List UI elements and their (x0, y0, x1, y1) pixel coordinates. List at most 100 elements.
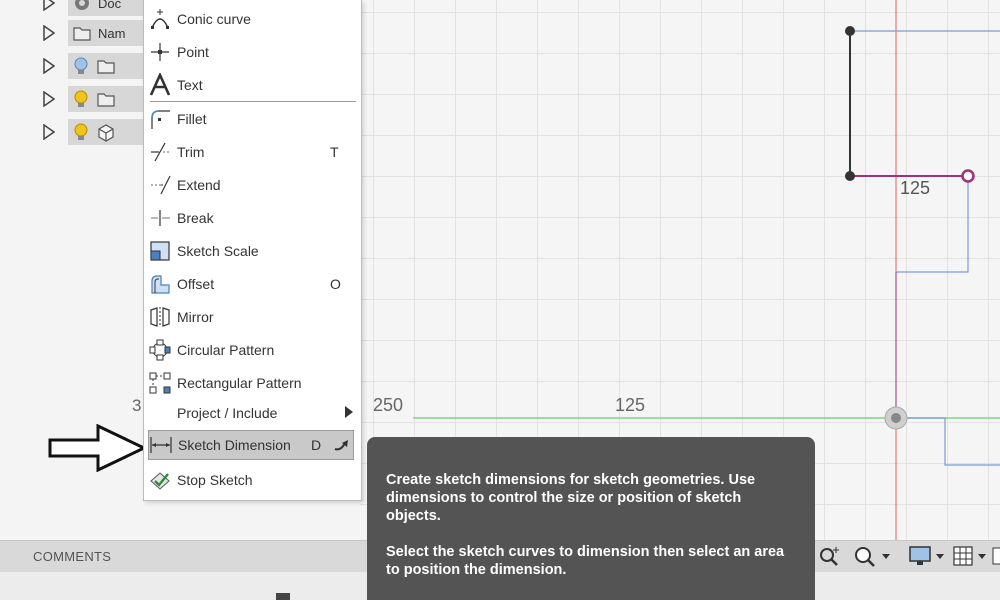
expand-arrow-icon[interactable] (40, 0, 58, 13)
tree-row-document-settings[interactable]: Doc (40, 0, 148, 17)
folder-icon (73, 27, 91, 41)
axis-label-250: 250 (373, 395, 404, 415)
customize-shortcut-icon[interactable] (329, 437, 353, 453)
rectangular-pattern-icon (148, 371, 172, 395)
gear-icon (75, 0, 89, 10)
fillet-icon (148, 107, 172, 131)
menu-item-shortcut: O (330, 276, 341, 292)
grid-settings-button[interactable] (952, 544, 992, 568)
menu-item-label: Offset (177, 276, 215, 292)
zoom-menu-button[interactable] (852, 544, 892, 568)
menu-separator (150, 101, 356, 102)
extend-icon (148, 173, 172, 197)
menu-item-label: Break (177, 210, 214, 226)
menu-item-extend[interactable]: Extend (148, 170, 354, 200)
body-cube-icon (98, 124, 114, 142)
dimension-label-125-top[interactable]: 125 (900, 178, 930, 199)
folder-icon (97, 93, 115, 107)
menu-item-label: Circular Pattern (177, 342, 275, 358)
viewports-icon (992, 547, 1000, 565)
mirror-icon (148, 305, 172, 329)
trim-icon (148, 140, 172, 164)
tree-chip[interactable] (68, 119, 148, 145)
menu-item-text[interactable]: Text (148, 70, 354, 100)
circular-pattern-icon (148, 338, 172, 362)
sketch-point-open (961, 169, 975, 183)
sketch-point-top (845, 26, 855, 36)
lightbulb-on-icon (74, 123, 88, 140)
menu-item-label: Stop Sketch (177, 472, 253, 488)
display-monitor-icon (909, 546, 944, 565)
menu-item-conic-curve[interactable]: Conic curve (148, 4, 354, 34)
menu-item-stop-sketch[interactable]: Stop Sketch (148, 465, 354, 495)
lightbulb-on-icon (74, 90, 88, 107)
menu-item-label: Trim (177, 144, 205, 160)
tree-row-origin[interactable] (40, 52, 148, 80)
tooltip-description: Create sketch dimensions for sketch geom… (386, 472, 756, 524)
break-icon (148, 206, 172, 230)
expand-arrow-icon[interactable] (40, 89, 58, 109)
tree-chip[interactable] (68, 53, 148, 79)
offset-icon (148, 272, 172, 296)
menu-item-shortcut: T (330, 144, 339, 160)
tree-chip[interactable]: Doc (68, 0, 148, 16)
sketch-point-corner (845, 171, 855, 181)
menu-item-sketch-dimension[interactable]: Sketch Dimension D (148, 430, 354, 460)
tree-chip[interactable] (68, 86, 148, 112)
menu-item-fillet[interactable]: Fillet (148, 104, 354, 134)
blue-sketch-line-bottom (896, 417, 1000, 466)
zoom-icon (855, 547, 890, 567)
zoom-window-icon (820, 547, 839, 566)
viewports-button[interactable] (992, 544, 1000, 568)
tree-row-bodies[interactable] (40, 118, 148, 146)
text-icon (148, 73, 172, 97)
menu-item-label: Text (177, 77, 203, 93)
blank-icon (148, 401, 172, 425)
menu-item-rectangular-pattern[interactable]: Rectangular Pattern (148, 368, 354, 398)
origin-center (891, 413, 901, 423)
sketch-context-menu: Conic curve Point Text Fillet Trim T Ext… (143, 0, 362, 501)
menu-item-shortcut: D (311, 437, 322, 453)
expand-arrow-icon[interactable] (40, 56, 58, 76)
tree-label: Nam (98, 25, 126, 41)
expand-arrow-icon[interactable] (40, 23, 58, 43)
menu-item-label: Point (177, 44, 209, 60)
canvas-label-peek: 3 (132, 396, 142, 415)
tree-chip[interactable]: Nam (68, 20, 148, 46)
submenu-arrow-icon (330, 405, 354, 422)
zoom-window-button[interactable] (818, 544, 844, 568)
display-settings-button[interactable] (908, 544, 948, 568)
menu-item-label: Conic curve (177, 11, 251, 27)
point-icon (148, 40, 172, 64)
sketch-dimension-icon (149, 433, 173, 457)
pointer-arrow-icon (48, 424, 148, 472)
expand-arrow-icon[interactable] (40, 122, 58, 142)
menu-item-mirror[interactable]: Mirror (148, 302, 354, 332)
folder-icon (97, 60, 115, 74)
menu-item-break[interactable]: Break (148, 203, 354, 233)
sketch-dimension-tooltip: Create sketch dimensions for sketch geom… (367, 437, 815, 600)
sketch-scale-icon (148, 239, 172, 263)
lightbulb-off-icon (74, 57, 88, 74)
conic-curve-icon (148, 7, 172, 31)
menu-item-label: Sketch Dimension (178, 437, 291, 453)
tree-label: Doc (98, 0, 122, 11)
menu-item-sketch-scale[interactable]: Sketch Scale (148, 236, 354, 266)
timeline-marker[interactable] (276, 593, 290, 600)
menu-item-project-include[interactable]: Project / Include (148, 398, 354, 428)
tooltip-instructions: Select the sketch curves to dimension th… (386, 544, 785, 578)
menu-item-point[interactable]: Point (148, 37, 354, 67)
menu-item-label: Mirror (177, 309, 214, 325)
stop-sketch-icon (148, 468, 172, 492)
menu-item-label: Extend (177, 177, 221, 193)
tree-row-named-views[interactable]: Nam (40, 19, 148, 47)
menu-item-label: Project / Include (177, 405, 278, 421)
comments-panel-label[interactable]: COMMENTS (33, 549, 111, 564)
tree-row-sketches[interactable] (40, 85, 148, 113)
menu-item-offset[interactable]: Offset O (148, 269, 354, 299)
grid-icon (953, 546, 986, 566)
menu-item-label: Rectangular Pattern (177, 375, 302, 391)
menu-item-label: Fillet (177, 111, 207, 127)
menu-item-circular-pattern[interactable]: Circular Pattern (148, 335, 354, 365)
menu-item-trim[interactable]: Trim T (148, 137, 354, 167)
